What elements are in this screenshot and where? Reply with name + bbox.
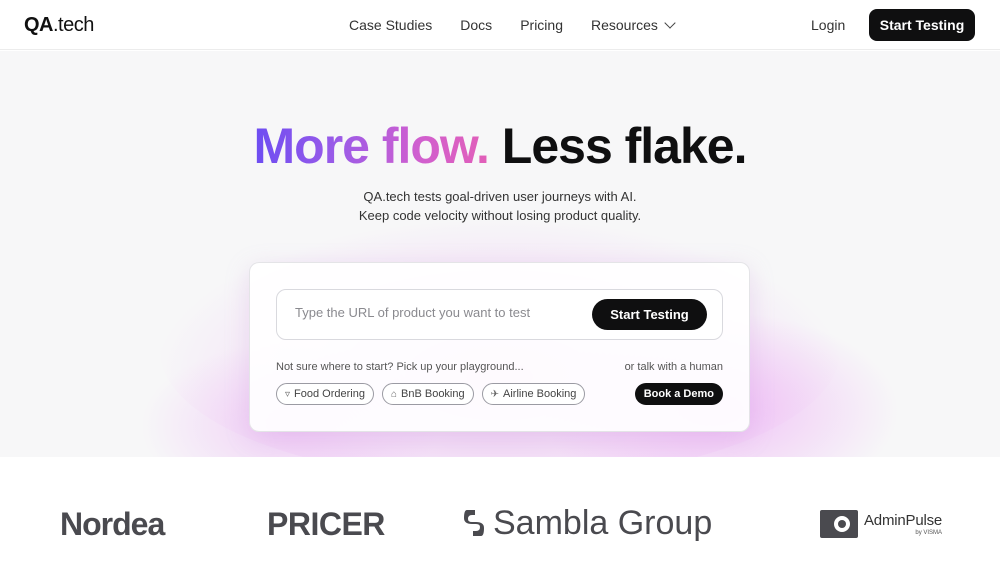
logo-rest: .tech <box>53 14 94 36</box>
chip-food-ordering[interactable]: ▿ Food Ordering <box>276 383 374 405</box>
chip-label: BnB Booking <box>401 388 465 400</box>
chip-bnb-booking[interactable]: ⌂ BnB Booking <box>381 383 474 405</box>
book-demo-button[interactable]: Book a Demo <box>634 383 723 405</box>
qa-tech-logo[interactable]: QA.tech <box>24 14 94 37</box>
main-menu: Case Studies Docs Pricing Resources <box>349 0 676 50</box>
sambla-text: Sambla Group <box>493 504 713 542</box>
headline-gradient-part: More flow. <box>253 118 490 174</box>
url-test-card: Start Testing Not sure where to start? P… <box>249 262 750 432</box>
adminpulse-text: AdminPulse by VISMA <box>864 513 942 536</box>
adminpulse-logo: AdminPulse by VISMA <box>820 510 942 538</box>
top-nav: QA.tech Case Studies Docs Pricing Resour… <box>0 0 1000 50</box>
playground-chips: ▿ Food Ordering ⌂ BnB Booking ✈ Airline … <box>276 383 586 405</box>
url-input[interactable] <box>295 305 575 320</box>
adminpulse-name: AdminPulse <box>864 511 943 529</box>
talk-human-hint: or talk with a human <box>624 361 723 373</box>
login-link[interactable]: Login <box>811 17 845 33</box>
adminpulse-dot <box>834 516 850 532</box>
hero-subtitle-line1: QA.tech tests goal-driven user journeys … <box>363 189 637 204</box>
nav-pricing[interactable]: Pricing <box>520 17 563 33</box>
chip-label: Food Ordering <box>294 388 365 400</box>
nav-case-studies[interactable]: Case Studies <box>349 17 432 33</box>
start-testing-nav-button[interactable]: Start Testing <box>869 9 975 41</box>
customer-logos: Nordea PRICER Sambla Group AdminPulse by… <box>0 457 1000 563</box>
nordea-logo: Nordea <box>60 506 165 542</box>
plane-icon: ✈ <box>490 388 500 400</box>
adminpulse-mark-icon <box>820 510 858 538</box>
sambla-mark-icon <box>464 510 484 536</box>
hero-headline: More flow. Less flake. <box>0 119 1000 173</box>
nav-resources-label: Resources <box>590 17 658 33</box>
adminpulse-by: by VISMA <box>915 529 943 536</box>
nav-docs[interactable]: Docs <box>460 17 492 33</box>
url-input-box: Start Testing <box>276 289 723 340</box>
nav-resources[interactable]: Resources <box>590 17 676 33</box>
pricer-logo: PRICER <box>267 506 385 542</box>
sambla-group-logo: Sambla Group <box>463 505 712 541</box>
chip-airline-booking[interactable]: ✈ Airline Booking <box>481 383 586 405</box>
ice-cream-icon: ▿ <box>285 388 291 400</box>
chip-label: Airline Booking <box>503 388 577 400</box>
playground-hint: Not sure where to start? Pick up your pl… <box>276 361 524 373</box>
headline-dark-part: Less flake. <box>501 118 748 174</box>
house-icon: ⌂ <box>390 388 398 400</box>
chevron-down-icon <box>664 17 676 29</box>
hero-subtitle-line2: Keep code velocity without losing produc… <box>358 208 642 223</box>
hero-section: More flow. Less flake. QA.tech tests goa… <box>0 51 1000 457</box>
logo-bold: QA <box>24 14 54 36</box>
start-testing-card-button[interactable]: Start Testing <box>592 299 707 330</box>
